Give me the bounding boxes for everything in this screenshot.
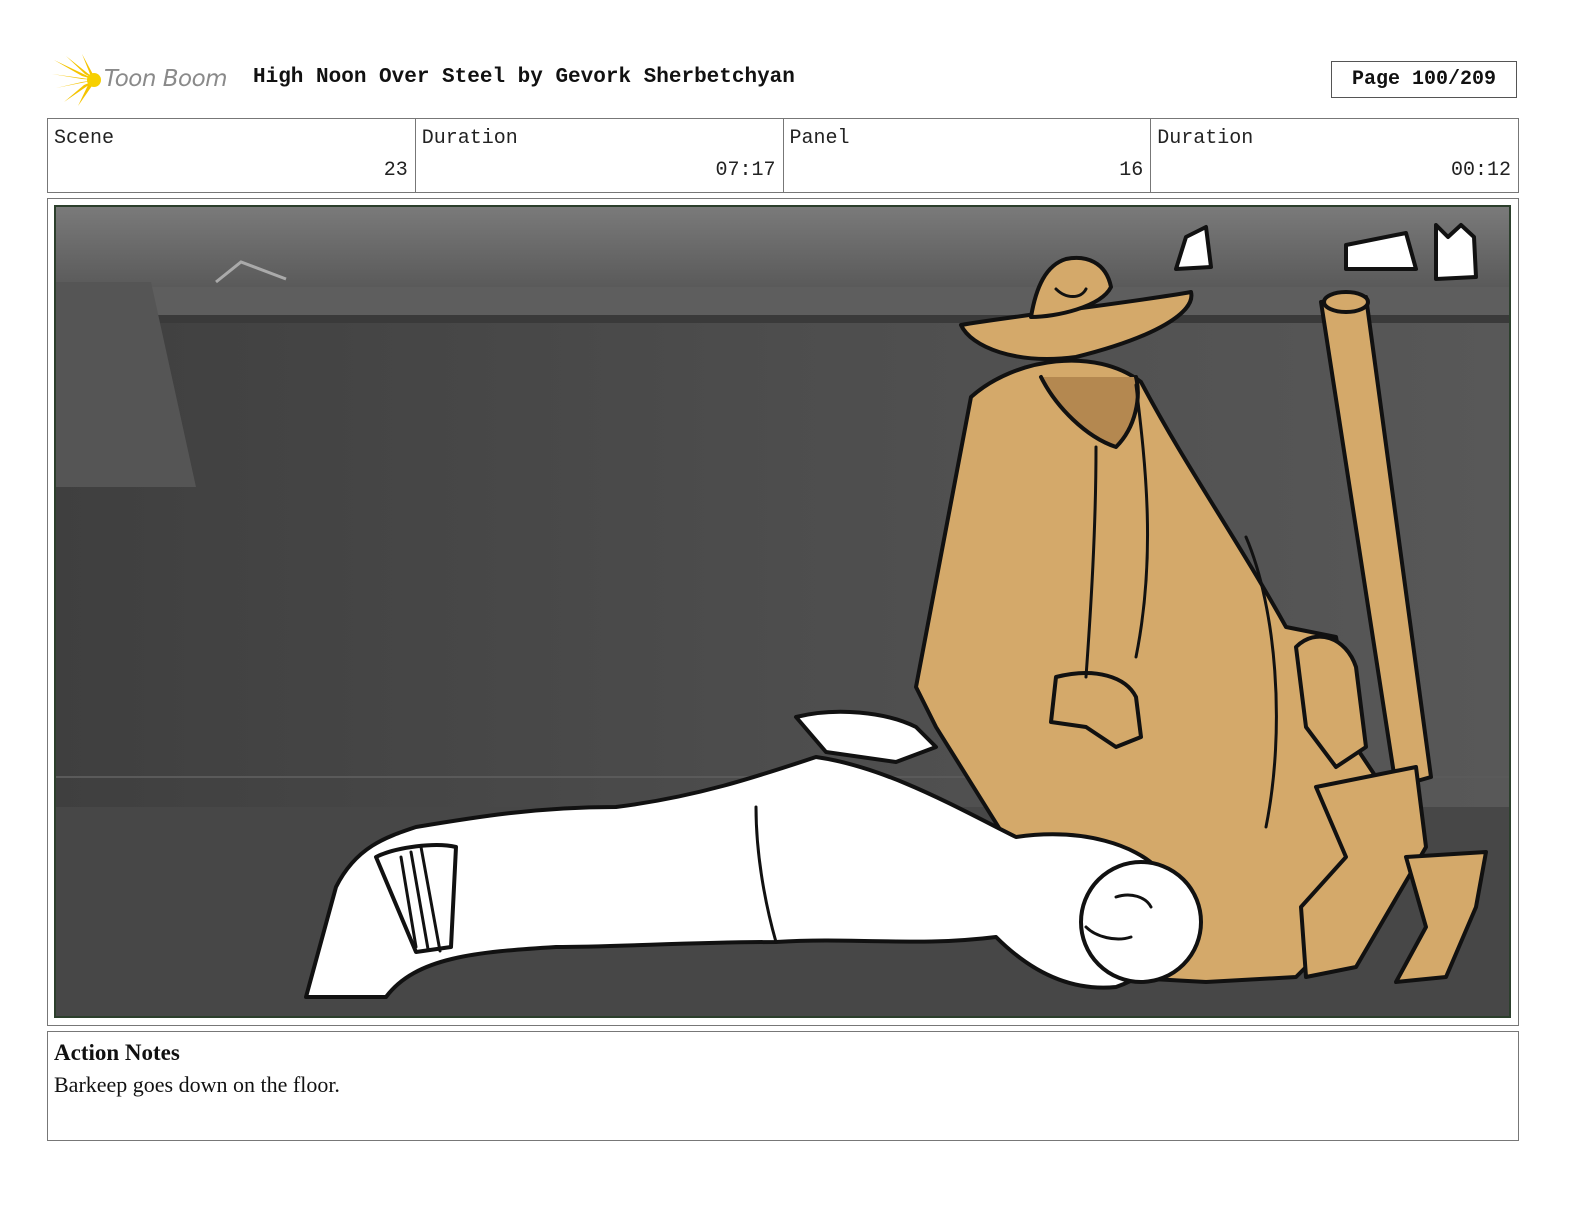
scene-value: 23 (383, 159, 408, 182)
page-indicator: Page 100/209 (1331, 61, 1517, 98)
action-notes-text: Barkeep goes down on the floor. (54, 1072, 340, 1097)
panel-duration-value: 00:12 (1450, 159, 1511, 182)
storyboard-drawing-icon (56, 207, 1509, 1016)
panel-label: Panel (789, 127, 850, 150)
brand-name: Toon Boom (104, 66, 228, 92)
scene-duration-value: 07:17 (715, 159, 776, 182)
panel-cell: Panel 16 (784, 119, 1152, 192)
scene-cell: Scene 23 (48, 119, 416, 192)
action-notes-title: Action Notes (54, 1040, 180, 1065)
scene-label: Scene (54, 127, 115, 150)
panel-value: 16 (1119, 159, 1144, 182)
action-notes-box: Action Notes Barkeep goes down on the fl… (47, 1031, 1519, 1141)
sunburst-icon (52, 54, 101, 106)
panel-duration-cell: Duration 00:12 (1151, 119, 1518, 192)
panel-duration-label: Duration (1157, 127, 1254, 150)
scene-duration-label: Duration (421, 127, 518, 150)
panel-info-row: Scene 23 Duration 07:17 Panel 16 Duratio… (47, 118, 1519, 193)
storyboard-panel-image (54, 205, 1511, 1018)
scene-duration-cell: Duration 07:17 (416, 119, 784, 192)
storyboard-panel-frame (47, 198, 1519, 1026)
document-title: High Noon Over Steel by Gevork Sherbetch… (253, 66, 795, 89)
toon-boom-logo: Toon Boom (52, 54, 238, 106)
